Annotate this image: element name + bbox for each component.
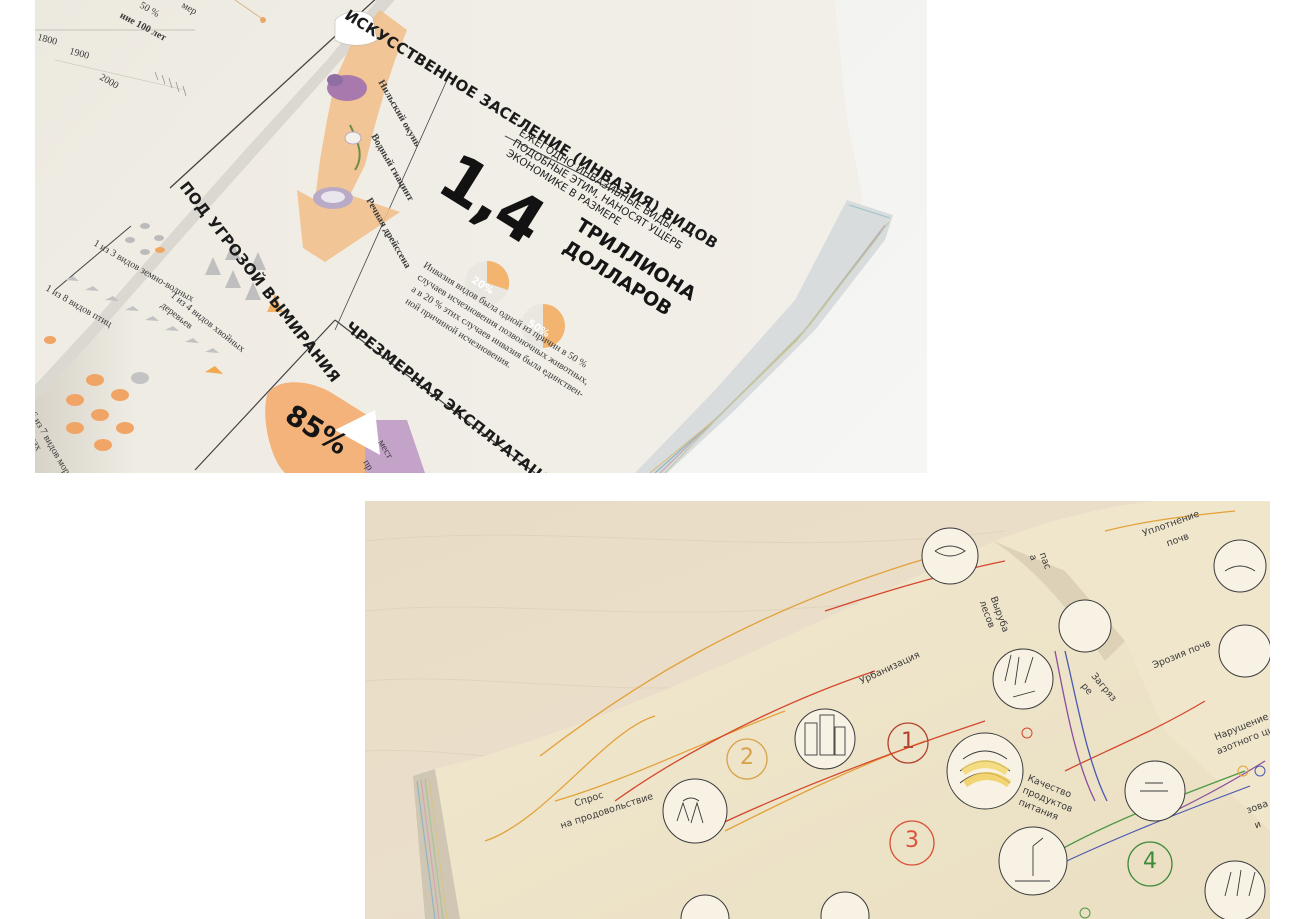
diagram-number-1: 1	[901, 729, 915, 754]
diagram-number-4: 4	[1143, 849, 1157, 874]
diagram-illustration	[365, 501, 1270, 919]
diagram-number-3: 3	[905, 828, 919, 853]
diagram-number-2: 2	[740, 745, 754, 770]
photo-infographic-spread: 1800 1900 2000 50 % ние 100 лет мер ИСКУ…	[35, 0, 927, 473]
photo-food-system-diagram: 2 1 3 4 Спрос на продовольствие Урбаниза…	[365, 501, 1270, 919]
